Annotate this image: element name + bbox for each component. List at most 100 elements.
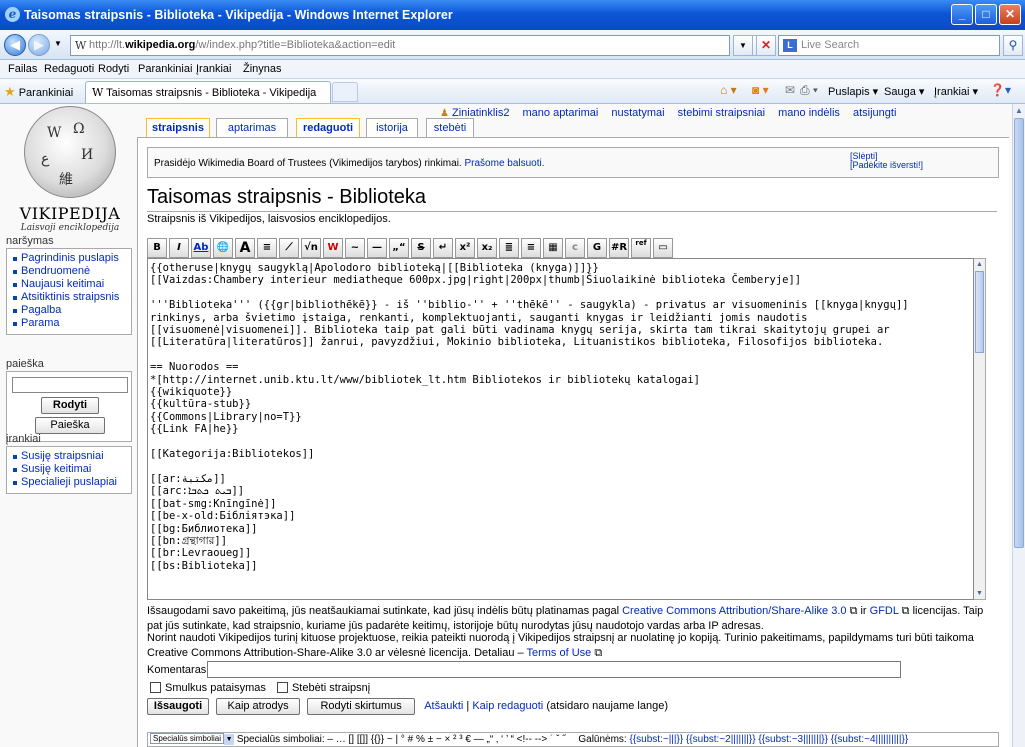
menu-view[interactable]: Rodyti	[98, 63, 129, 75]
page-scroll-up-icon[interactable]: ▲	[1013, 104, 1025, 117]
sidebar-search-input[interactable]	[12, 377, 128, 393]
forward-icon[interactable]: ▶	[28, 34, 50, 56]
superscript-icon[interactable]: x²	[455, 238, 475, 258]
tools-menu[interactable]: Įrankiai ▾	[934, 85, 978, 98]
minor-edit-checkbox[interactable]	[150, 682, 161, 693]
search-go-button[interactable]: Rodyti	[41, 397, 99, 414]
logout-link[interactable]: atsijungti	[853, 107, 896, 119]
sidebar-item-community[interactable]: Bendruomenė	[11, 265, 129, 277]
sidebar-item-help[interactable]: Pagalba	[11, 304, 129, 316]
editing-help-link[interactable]: Kaip redaguoti	[472, 700, 543, 712]
wikipedia-logo[interactable]: WΩعИ維 VIKIPEDIJA Laisvoji enciklopedija	[4, 106, 136, 234]
page-scrollbar[interactable]: ▲	[1012, 104, 1025, 747]
special-characters-select[interactable]: Specialūs simboliai	[150, 733, 225, 744]
maximize-button[interactable]: □	[975, 4, 997, 25]
headline-icon[interactable]: A	[235, 238, 255, 258]
print-icon[interactable]: ⎙ ▾	[800, 83, 818, 98]
references-icon[interactable]: ▭	[653, 238, 673, 258]
bulleted-list-icon[interactable]: ≣	[499, 238, 519, 258]
live-search-input[interactable]: L Live Search	[778, 35, 1000, 56]
special-characters-list[interactable]: Specialūs simboliai: – … [] [[]] {{}} ~ …	[237, 734, 566, 745]
gfdl-link[interactable]: GFDL	[870, 605, 899, 617]
gallery-icon[interactable]: G	[587, 238, 607, 258]
close-button[interactable]: ✕	[999, 4, 1021, 25]
license-text-b: ir	[857, 605, 870, 617]
page-scroll-thumb[interactable]	[1014, 118, 1024, 548]
my-talk-link[interactable]: mano aptarimai	[523, 107, 599, 119]
mail-icon[interactable]: ✉	[785, 83, 795, 97]
bold-icon[interactable]: B	[147, 238, 167, 258]
minimize-button[interactable]: _	[951, 4, 973, 25]
external-link-icon[interactable]: 🌐	[213, 238, 233, 258]
select-dropdown-icon[interactable]: ▼	[224, 734, 235, 745]
show-changes-button[interactable]: Rodyti skirtumus	[307, 698, 416, 715]
translate-link[interactable]: [Padėkite išversti!]	[850, 160, 923, 170]
sidebar-item-main-page[interactable]: Pagrindinis puslapis	[11, 252, 129, 264]
contributions-link[interactable]: mano indėlis	[778, 107, 840, 119]
watch-page-checkbox[interactable]	[276, 682, 288, 693]
editor-scrollbar[interactable]: ▲ ▼	[974, 258, 986, 600]
sidebar-item-recent-changes[interactable]: Naujausi keitimai	[11, 278, 129, 290]
sidebar-item-donate[interactable]: Parama	[11, 317, 129, 329]
menu-help[interactable]: Žinynas	[243, 63, 282, 75]
sidebar-item-special-pages[interactable]: Specialieji puslapiai	[11, 476, 129, 488]
back-icon[interactable]: ◀	[4, 34, 26, 56]
feeds-icon[interactable]: ◙ ▾	[752, 83, 769, 97]
cancel-link[interactable]: Atšaukti	[424, 700, 463, 712]
math-icon[interactable]: √n	[301, 238, 321, 258]
strikethrough-icon[interactable]: S	[411, 238, 431, 258]
media-icon[interactable]: ⟋	[279, 238, 299, 258]
redirect-icon[interactable]: #R	[609, 238, 629, 258]
preview-button[interactable]: Kaip atrodys	[216, 698, 301, 715]
address-bar[interactable]: Whttp://lt.wikipedia.org/w/index.php?tit…	[70, 35, 730, 56]
italic-icon[interactable]: I	[169, 238, 189, 258]
horizontal-line-icon[interactable]: —	[367, 238, 387, 258]
home-icon[interactable]: ⌂ ▾	[720, 83, 737, 97]
stop-icon[interactable]: ✕	[756, 35, 776, 56]
summary-input[interactable]	[207, 661, 901, 678]
tab-edit[interactable]: redaguoti	[296, 118, 360, 138]
numbered-list-icon[interactable]: ≡	[521, 238, 541, 258]
save-button[interactable]: Išsaugoti	[147, 698, 209, 715]
scroll-down-icon[interactable]: ▼	[974, 588, 985, 599]
help-icon[interactable]: ❓▾	[990, 83, 1011, 97]
comment-icon[interactable]: c	[565, 238, 585, 258]
page-menu[interactable]: Puslapis ▾	[828, 85, 878, 98]
nowiki-icon[interactable]: W	[323, 238, 343, 258]
watchlist-link[interactable]: stebimi straipsniai	[678, 107, 765, 119]
favorites-button[interactable]: ★ Parankiniai	[4, 84, 73, 100]
signature-icon[interactable]: ~	[345, 238, 365, 258]
menu-edit[interactable]: Redaguoti	[44, 63, 94, 75]
reference-icon[interactable]: ref	[631, 238, 651, 258]
menu-tools[interactable]: Įrankiai	[196, 63, 231, 75]
endings-list[interactable]: {{subst:~|||}} {{subst:~2|||||||}} {{sub…	[630, 734, 909, 745]
tab-article[interactable]: straipsnis	[146, 118, 210, 138]
sidebar-item-random[interactable]: Atsitiktinis straipsnis	[11, 291, 129, 303]
scroll-up-icon[interactable]: ▲	[974, 259, 985, 270]
new-tab-button[interactable]	[332, 82, 358, 102]
menu-file[interactable]: Failas	[8, 63, 37, 75]
tab-discussion[interactable]: aptarimas	[216, 118, 288, 138]
search-go-icon[interactable]: ⚲	[1003, 35, 1023, 56]
menu-favorites[interactable]: Parankiniai	[138, 63, 192, 75]
subscript-icon[interactable]: x₂	[477, 238, 497, 258]
editor-scroll-thumb[interactable]	[975, 271, 984, 353]
history-dropdown-icon[interactable]: ▼	[54, 39, 62, 48]
cc-license-link[interactable]: Creative Commons Attribution/Share-Alike…	[622, 605, 846, 617]
sidebar-item-related-changes[interactable]: Susiję keitimai	[11, 463, 129, 475]
terms-of-use-link[interactable]: Terms of Use	[526, 647, 591, 659]
tab-watch[interactable]: stebėti	[426, 118, 474, 138]
browser-tab[interactable]: W Taisomas straipsnis - Biblioteka - Vik…	[85, 81, 331, 103]
vote-link[interactable]: Prašome balsuoti.	[464, 158, 544, 169]
sidebar-item-what-links-here[interactable]: Susiję straipsniai	[11, 450, 129, 462]
tab-history[interactable]: istorija	[366, 118, 418, 138]
wikitext-editor[interactable]: {{otheruse|knygų saugyklą|Apolodoro bibl…	[147, 258, 974, 600]
image-icon[interactable]: ≡	[257, 238, 277, 258]
safety-menu[interactable]: Sauga ▾	[884, 85, 924, 98]
table-icon[interactable]: ▦	[543, 238, 563, 258]
search-button[interactable]: Paieška	[35, 417, 105, 434]
preferences-link[interactable]: nustatymai	[611, 107, 664, 119]
line-break-icon[interactable]: ↵	[433, 238, 453, 258]
quotes-icon[interactable]: „“	[389, 238, 409, 258]
internal-link-icon[interactable]: Ab	[191, 238, 211, 258]
